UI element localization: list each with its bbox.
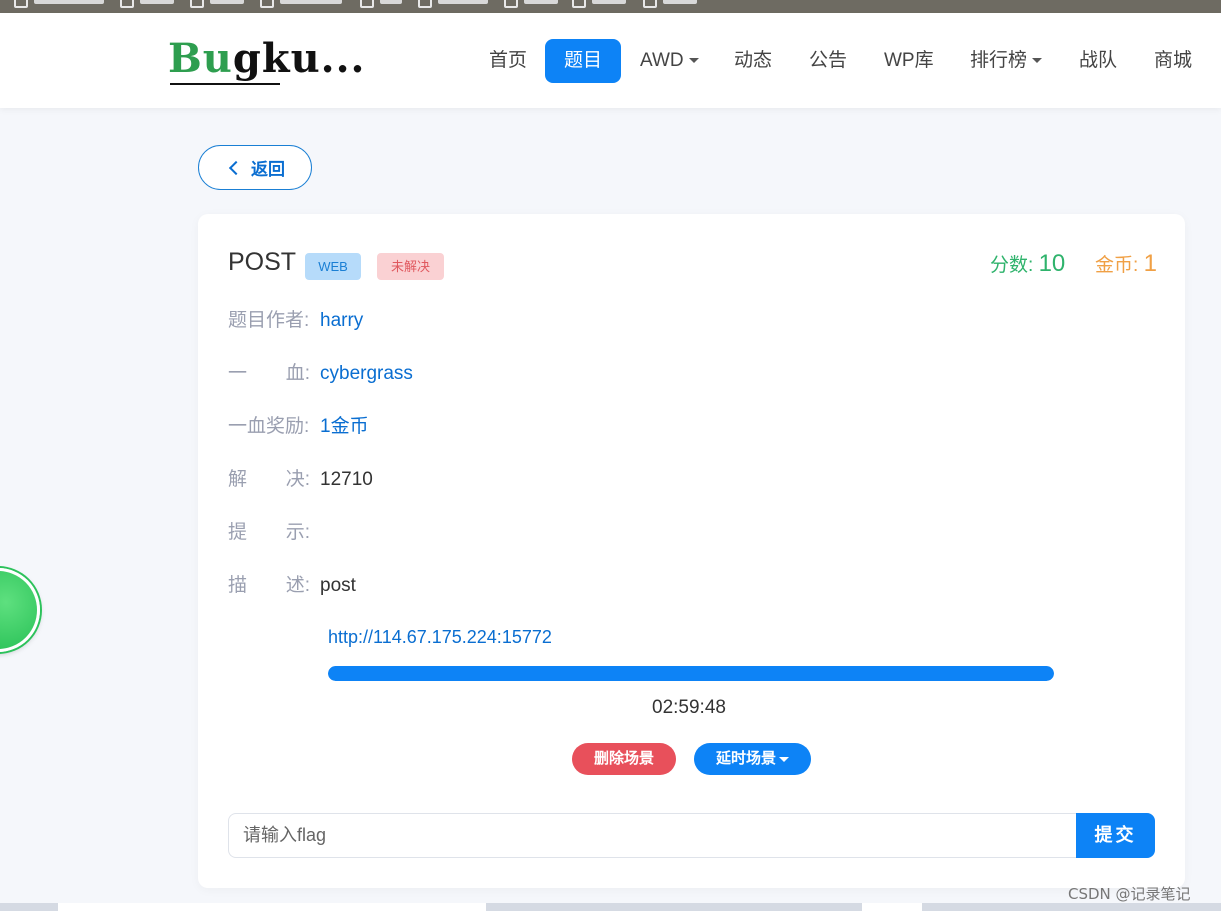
bookmark-folder-icon[interactable] xyxy=(120,0,134,8)
nav-item-label: WP库 xyxy=(884,50,934,71)
bookmark-label[interactable] xyxy=(34,0,104,4)
bookmark-folder-icon[interactable] xyxy=(14,0,28,8)
extend-scene-button[interactable]: 延时场景 xyxy=(694,743,811,775)
submit-flag-button[interactable]: 提交 xyxy=(1076,813,1155,858)
back-button-label: 返回 xyxy=(251,160,285,179)
floating-chat-widget[interactable] xyxy=(0,568,40,652)
nav-item-teams[interactable]: 战队 xyxy=(1060,39,1136,83)
bookmark-bar xyxy=(0,0,1221,13)
solves-value: 12710 xyxy=(320,469,373,490)
bottom-strip-segment xyxy=(58,903,486,911)
bookmark-folder-icon[interactable] xyxy=(418,0,432,8)
label-part: 提 xyxy=(228,522,248,543)
scene-time-progress xyxy=(328,666,1054,681)
bookmark-label[interactable] xyxy=(280,0,342,4)
reward-value: 1金币 xyxy=(320,416,369,437)
bookmark-label[interactable] xyxy=(210,0,244,4)
label-part: 血: xyxy=(285,363,310,384)
category-badge: WEB xyxy=(305,253,361,280)
progress-fill xyxy=(328,666,1054,681)
bottom-scroll-strip xyxy=(0,903,1221,911)
caret-down-icon xyxy=(779,756,789,762)
logo-text-black: gku... xyxy=(232,35,366,82)
bookmark-label[interactable] xyxy=(663,0,697,4)
label-part: 一 xyxy=(228,363,248,384)
nav-item-label: AWD xyxy=(640,50,684,71)
nav-item-wp-library[interactable]: WP库 xyxy=(865,39,953,83)
bugku-logo[interactable]: Bugku... xyxy=(168,35,368,91)
nav-item-announcements[interactable]: 公告 xyxy=(790,39,866,83)
nav-item-home[interactable]: 首页 xyxy=(470,39,546,83)
nav-item-label: 商城 xyxy=(1154,50,1193,71)
nav-item-activity[interactable]: 动态 xyxy=(715,39,791,83)
bookmark-folder-icon[interactable] xyxy=(360,0,374,8)
status-badge: 未解决 xyxy=(377,253,444,280)
scene-timer: 02:59:48 xyxy=(652,697,726,718)
nav-item-challenges[interactable]: 题目 xyxy=(545,39,622,83)
extend-scene-label: 延时场景 xyxy=(715,750,776,767)
nav-item-label: 题目 xyxy=(564,50,603,71)
bookmark-label[interactable] xyxy=(592,0,626,4)
delete-scene-button[interactable]: 删除场景 xyxy=(572,743,676,775)
nav-item-label: 公告 xyxy=(809,50,848,71)
author-link[interactable]: harry xyxy=(320,308,363,334)
bookmark-label[interactable] xyxy=(140,0,174,4)
first-blood-link[interactable]: cybergrass xyxy=(320,361,413,387)
back-button[interactable]: 返回 xyxy=(198,145,312,190)
nav-item-label: 战队 xyxy=(1079,50,1118,71)
delete-scene-label: 删除场景 xyxy=(593,750,654,767)
logo-text-green: Bu xyxy=(168,35,233,82)
nav-item-leaderboard[interactable]: 排行榜 xyxy=(951,39,1061,83)
description-value: post xyxy=(320,575,356,596)
nav-item-label: 首页 xyxy=(489,50,528,71)
bookmark-label[interactable] xyxy=(380,0,402,4)
bookmark-label[interactable] xyxy=(438,0,488,4)
nav-item-shop[interactable]: 商城 xyxy=(1135,39,1211,83)
bookmark-folder-icon[interactable] xyxy=(260,0,274,8)
score-label: 分数: xyxy=(990,255,1034,276)
nav-item-label: 动态 xyxy=(734,50,773,71)
chevron-left-icon xyxy=(228,160,244,175)
coin-value: 1 xyxy=(1143,250,1157,277)
bookmark-folder-icon[interactable] xyxy=(190,0,204,8)
label-part: 决: xyxy=(285,469,310,490)
nav-item-awd[interactable]: AWD xyxy=(621,39,718,83)
caret-down-icon xyxy=(1032,58,1043,64)
caret-down-icon xyxy=(688,58,699,64)
author-label: 题目作者: xyxy=(228,310,310,331)
reward-label: 一血奖励: xyxy=(228,416,310,437)
label-part: 示: xyxy=(285,522,310,543)
csdn-watermark: CSDN @记录笔记 xyxy=(1068,885,1191,903)
challenge-title: POST xyxy=(228,248,297,276)
label-part: 描 xyxy=(228,575,248,596)
coin-display: 金币: 1 xyxy=(1095,250,1157,278)
label-part: 述: xyxy=(285,575,310,596)
top-navbar: Bugku... 首页 题目 AWD 动态 公告 WP库 排行榜 战队 商城 xyxy=(0,13,1221,108)
bookmark-folder-icon[interactable] xyxy=(643,0,657,8)
challenge-card: POST WEB 未解决 分数: 10 金币: 1 题目作者: harry 一血… xyxy=(198,214,1185,888)
nav-item-label: 排行榜 xyxy=(970,50,1028,71)
bookmark-folder-icon[interactable] xyxy=(572,0,586,8)
logo-underline xyxy=(170,83,280,85)
bottom-strip-segment xyxy=(862,903,922,911)
flag-input[interactable] xyxy=(228,813,1078,858)
score-value: 10 xyxy=(1038,250,1066,277)
bookmark-folder-icon[interactable] xyxy=(504,0,518,8)
score-display: 分数: 10 xyxy=(990,250,1065,278)
scene-url-link[interactable]: http://114.67.175.224:15772 xyxy=(328,627,552,648)
coin-label: 金币: xyxy=(1095,255,1139,276)
label-part: 解 xyxy=(228,469,248,490)
bookmark-label[interactable] xyxy=(524,0,558,4)
